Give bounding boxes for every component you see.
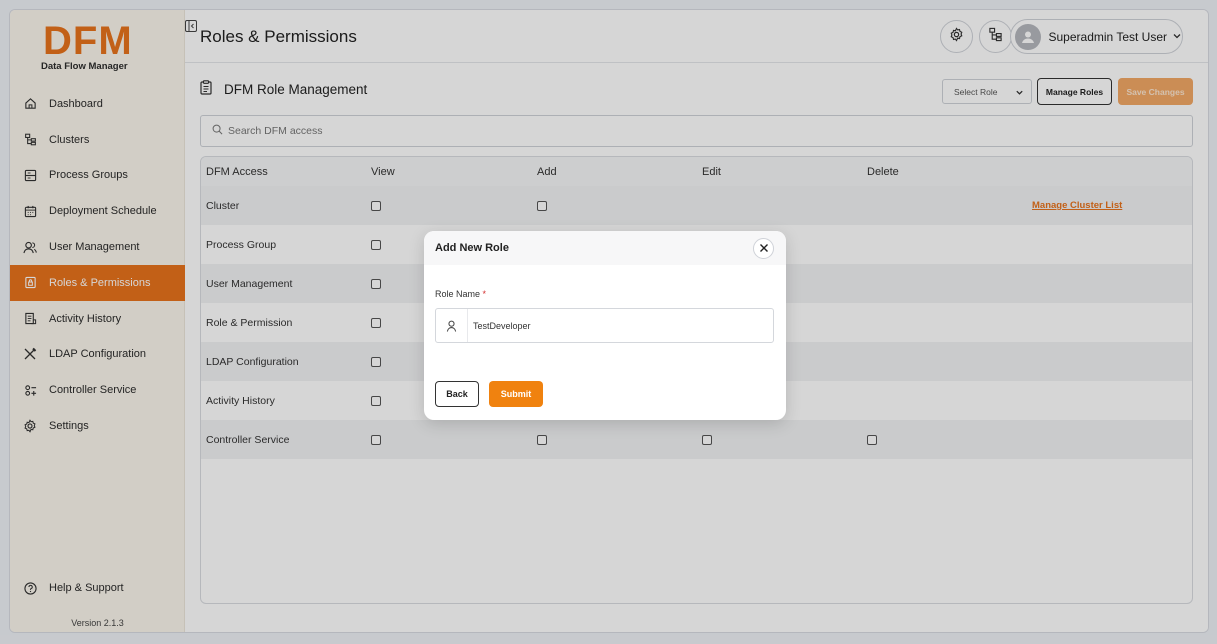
submit-button[interactable]: Submit bbox=[489, 381, 543, 407]
close-button[interactable] bbox=[753, 238, 774, 259]
close-icon bbox=[759, 240, 769, 258]
role-name-label: Role Name * bbox=[435, 289, 486, 299]
back-button[interactable]: Back bbox=[435, 381, 479, 407]
modal-header: Add New Role bbox=[424, 231, 786, 265]
role-name-input[interactable] bbox=[473, 320, 763, 331]
user-icon bbox=[436, 309, 468, 342]
role-name-field[interactable] bbox=[435, 308, 774, 343]
role-name-label-text: Role Name bbox=[435, 289, 481, 299]
modal-title: Add New Role bbox=[435, 242, 509, 254]
required-mark: * bbox=[482, 289, 487, 299]
modal-overlay[interactable]: Add New Role Role Name * Back Submit bbox=[0, 0, 1217, 644]
add-role-modal: Add New Role Role Name * Back Submit bbox=[424, 231, 786, 420]
